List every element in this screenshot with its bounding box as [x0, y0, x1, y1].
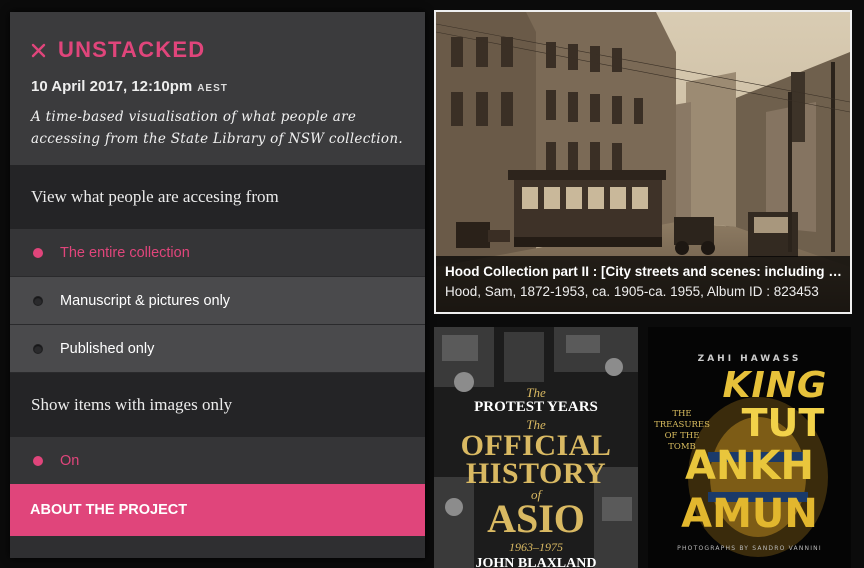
close-button[interactable]: UNSTACKED [31, 36, 205, 64]
book-title-2: TUT [741, 401, 825, 445]
panel-header: UNSTACKED 10 April 2017, 12:10pm AEST A t… [10, 12, 425, 165]
radio-unselected-icon [33, 295, 43, 306]
radio-selected-icon [33, 455, 43, 466]
option-manuscript-pictures[interactable]: Manuscript & pictures only [10, 277, 425, 325]
app-title: UNSTACKED [58, 37, 206, 62]
book-credit: PHOTOGRAPHS BY SANDRO VANNINI [677, 545, 822, 552]
item-tile-king-tut-book[interactable]: ZAHI HAWASS KING TUT THE TREASURES OF TH… [648, 327, 851, 568]
option-label: Manuscript & pictures only [60, 292, 231, 309]
datetime-text: 10 April 2017, 12:10pm [31, 78, 193, 95]
book-title-3: ANKH [685, 443, 814, 489]
option-label: Published only [60, 340, 155, 357]
book-line-2: PROTEST YEARS [474, 399, 598, 415]
item-title: Hood Collection part II : [City streets … [445, 264, 842, 279]
item-tile-asio-book[interactable]: The PROTEST YEARS The OFFICIAL HISTORY o… [434, 327, 638, 568]
book-author: ZAHI HAWASS [697, 354, 802, 364]
images-filter-heading: Show items with images only [10, 373, 425, 437]
book-author: JOHN BLAXLAND [475, 556, 597, 568]
option-images-on[interactable]: On [10, 437, 425, 484]
book-line-8: 1963–1975 [509, 540, 563, 554]
book-title-4: AMUN [681, 491, 818, 537]
radio-selected-icon [33, 247, 43, 258]
current-datetime: 10 April 2017, 12:10pm AEST [31, 78, 228, 95]
filter-panel: UNSTACKED 10 April 2017, 12:10pm AEST A t… [10, 12, 425, 558]
close-icon [31, 43, 46, 57]
book-line-7: ASIO [487, 496, 585, 541]
option-label: The entire collection [60, 244, 190, 261]
option-entire-collection[interactable]: The entire collection [10, 229, 425, 277]
item-caption: Hood Collection part II : [City streets … [436, 256, 850, 312]
book-title-1: KING [722, 365, 828, 406]
item-subtitle: Hood, Sam, 1872-1953, ca. 1905-ca. 1955,… [445, 284, 819, 299]
book-line-5: HISTORY [465, 457, 607, 490]
timezone-label: AEST [197, 83, 228, 94]
about-project-button[interactable]: ABOUT THE PROJECT [10, 484, 425, 536]
item-tile-hood-collection[interactable]: Hood Collection part II : [City streets … [434, 10, 852, 314]
option-label: On [60, 452, 80, 469]
source-filter-heading: View what people are accesing from [10, 165, 425, 229]
option-published-only[interactable]: Published only [10, 325, 425, 373]
project-description: A time-based visualisation of what peopl… [31, 109, 403, 147]
radio-unselected-icon [33, 343, 43, 354]
panel-footer [10, 536, 425, 558]
